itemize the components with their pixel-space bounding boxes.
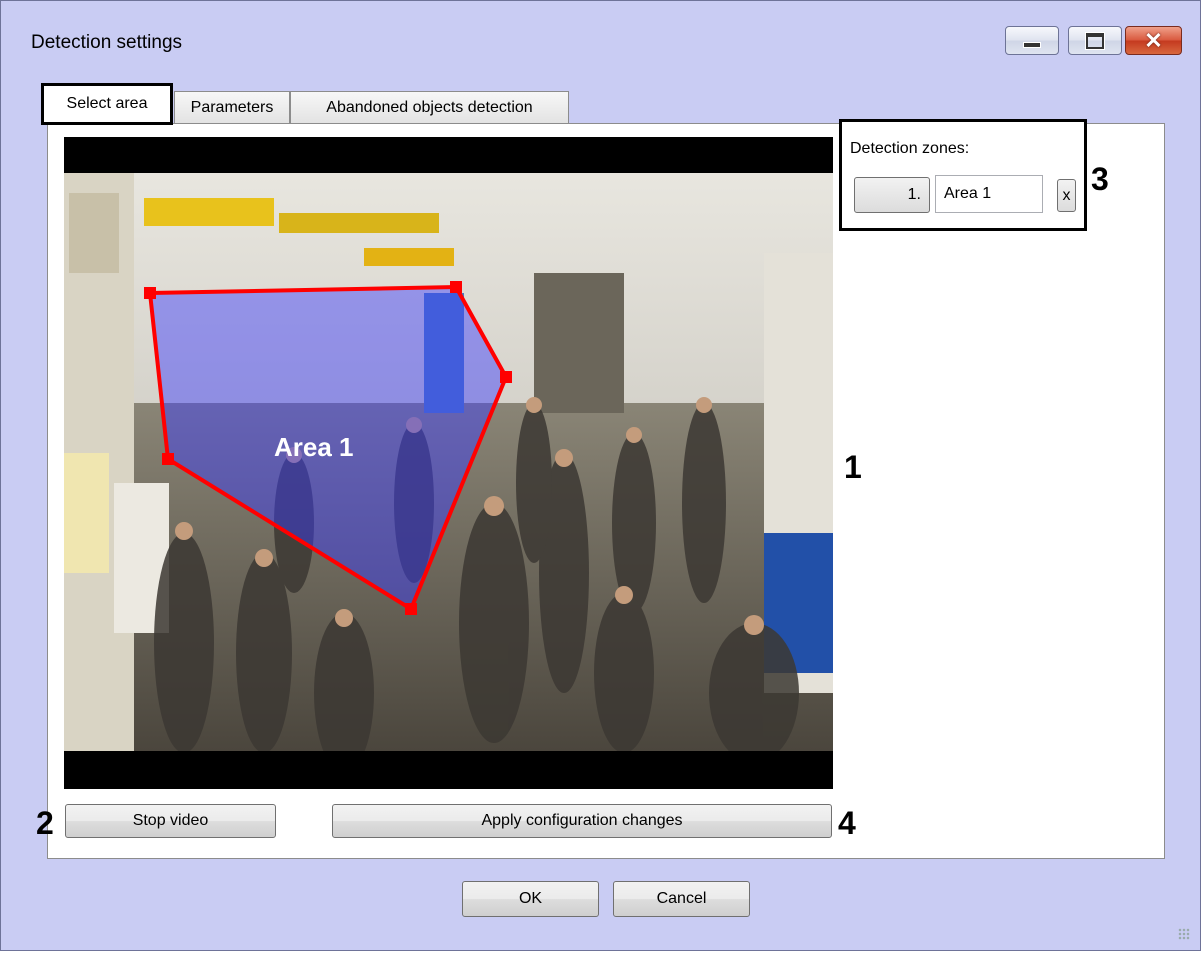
maximize-icon — [1069, 27, 1121, 54]
detection-settings-window: Detection settings ✕ Select area Paramet… — [0, 0, 1201, 951]
ok-button[interactable]: OK — [462, 881, 599, 917]
apply-configuration-button[interactable]: Apply configuration changes — [332, 804, 832, 838]
zone-name-field[interactable]: Area 1 — [935, 175, 1043, 213]
callout-1: 1 — [844, 449, 862, 485]
callout-3: 3 — [1091, 161, 1109, 197]
tab-parameters[interactable]: Parameters — [174, 91, 290, 123]
camera-frame: Area 1 — [64, 173, 833, 751]
callout-4: 4 — [838, 805, 856, 841]
callout-2: 2 — [36, 805, 54, 841]
maximize-button[interactable] — [1068, 26, 1122, 55]
zone-select-button[interactable]: 1. — [854, 177, 930, 213]
close-button[interactable]: ✕ — [1125, 26, 1182, 55]
cancel-button[interactable]: Cancel — [613, 881, 750, 917]
zone-delete-button[interactable]: x — [1057, 179, 1076, 212]
tab-select-area[interactable]: Select area — [41, 83, 173, 125]
window-title: Detection settings — [31, 32, 183, 53]
zone-label: Area 1 — [274, 432, 354, 462]
resize-grip-icon[interactable] — [1178, 928, 1190, 940]
detection-zones-panel: Detection zones: 1. Area 1 x — [839, 119, 1087, 231]
detection-zones-label: Detection zones: — [850, 140, 970, 157]
tab-abandoned-objects-detection[interactable]: Abandoned objects detection — [290, 91, 569, 123]
minimize-icon — [1006, 27, 1058, 54]
close-icon: ✕ — [1144, 27, 1163, 53]
stop-video-button[interactable]: Stop video — [65, 804, 276, 838]
video-preview[interactable]: Area 1 — [64, 137, 833, 789]
minimize-button[interactable] — [1005, 26, 1059, 55]
